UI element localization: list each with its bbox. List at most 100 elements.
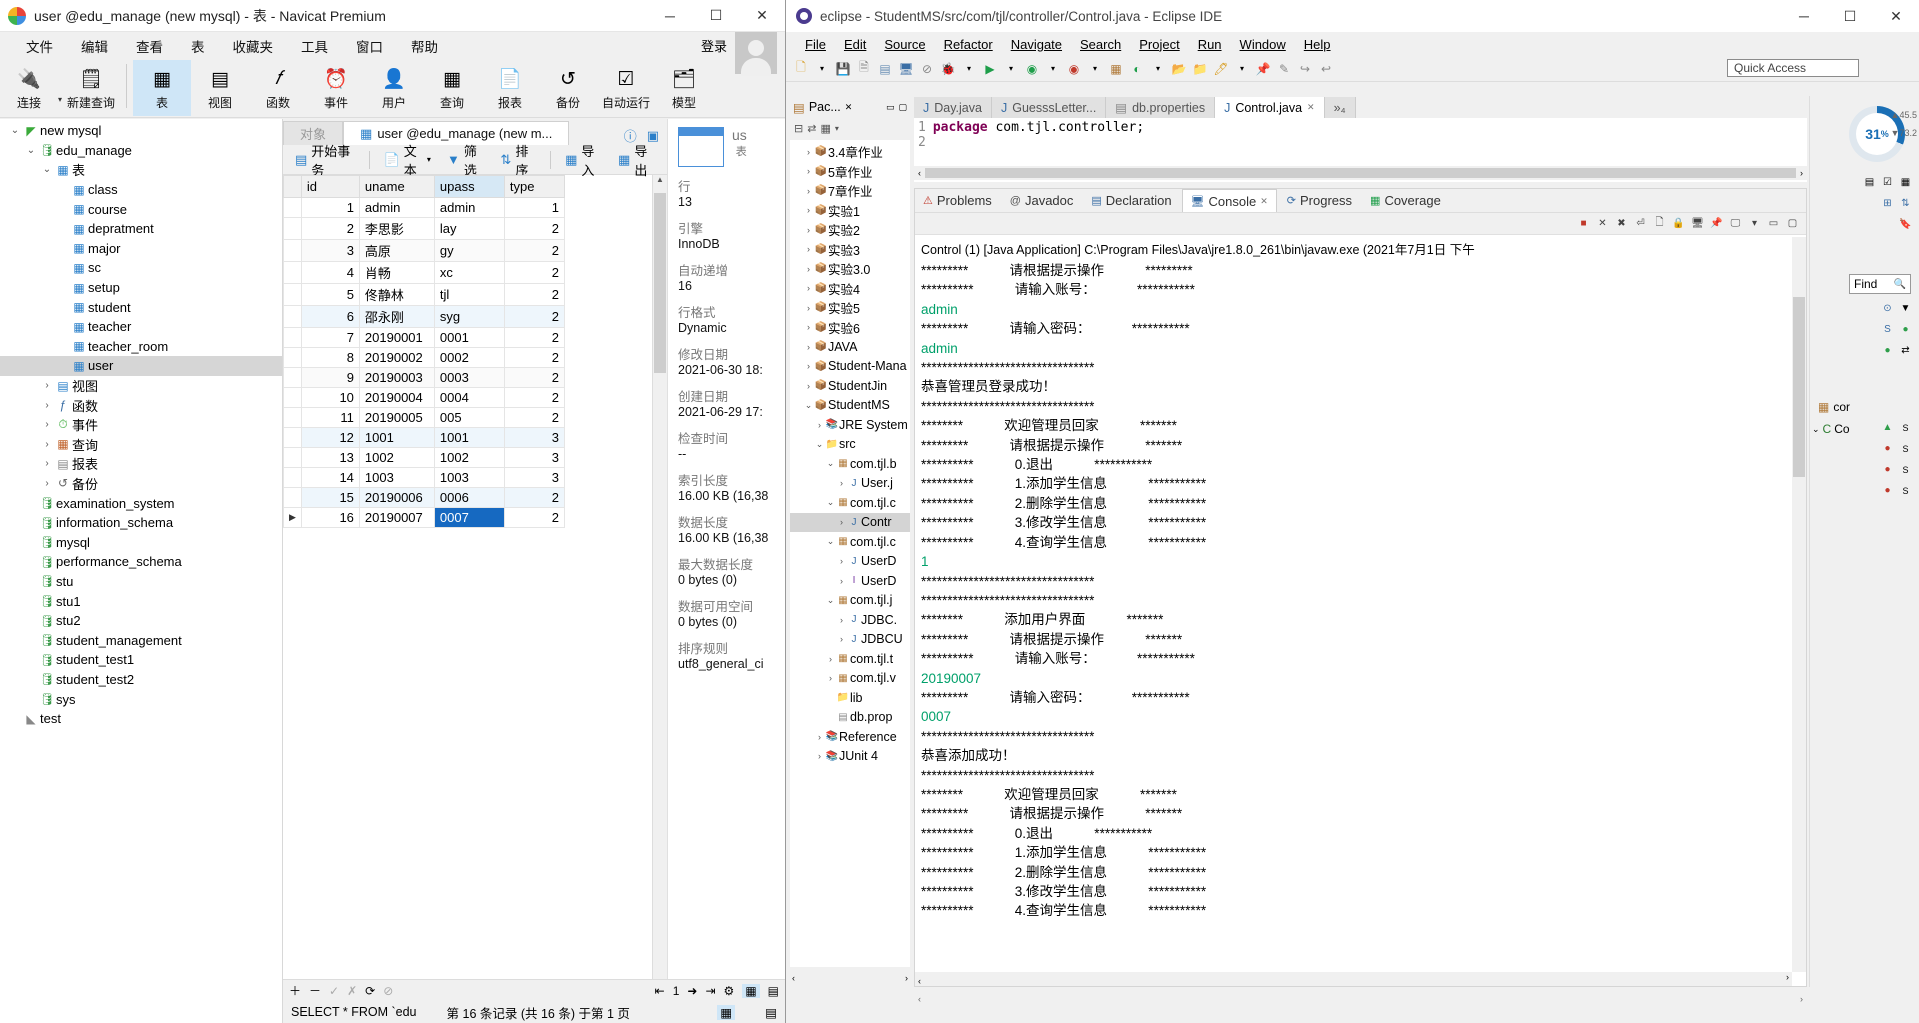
navicat-object-tree[interactable]: ⌄ ◤ new mysql ⌄ 🛢 edu_manage ⌄ ▦ 表 ▦ class ▦ course ▦… [0, 119, 283, 1023]
cell-upass[interactable]: 0006 [433, 487, 505, 508]
form-view-icon[interactable]: ▤ [768, 984, 779, 998]
chevron-down-icon[interactable]: ⌄ [803, 400, 814, 411]
menu-file[interactable]: 文件 [12, 36, 67, 56]
package-explorer-hscrollbar[interactable]: ‹ › [790, 969, 910, 987]
cell-id[interactable]: 13 [300, 447, 360, 468]
chevron-right-icon[interactable]: › [803, 166, 814, 176]
toolbar-model[interactable]: 🗂 模型 [655, 60, 713, 116]
cell-uname[interactable]: admin [358, 197, 435, 218]
view-menu-icon[interactable]: ▦ [820, 122, 830, 135]
editor-tab-day[interactable]: J Day.java [914, 97, 992, 118]
chevron-right-icon[interactable]: › [40, 419, 54, 430]
cell-id[interactable]: 1 [300, 197, 360, 218]
chevron-right-icon[interactable]: › [40, 478, 54, 489]
toolbar-user[interactable]: 👤 用户 [365, 60, 423, 116]
package-explorer-tree[interactable]: › 📦 3.4章作业 › 📦 5章作业 › 📦 7章作业 › 📦 实验1 › 📦 实验2 › 📦 实验3 › 📦 实验3… [790, 140, 910, 967]
scroll-left-icon[interactable]: ‹ [792, 973, 795, 983]
row-marker[interactable] [283, 327, 302, 348]
save-icon[interactable]: 💾 [834, 60, 852, 78]
tree-item-student_management[interactable]: 🛢 student_management [0, 630, 282, 650]
clear-console-icon[interactable]: 🗋 [1652, 216, 1667, 231]
toolbar-query[interactable]: ▦ 查询 [423, 60, 481, 116]
cell-upass[interactable]: 1003 [433, 467, 505, 488]
cell-upass[interactable]: 0002 [433, 347, 505, 368]
row-marker[interactable] [283, 261, 302, 284]
toolbar-view[interactable]: ▤ 视图 [191, 60, 249, 116]
add-record-icon[interactable]: ＋ [289, 982, 301, 999]
chevron-right-icon[interactable]: › [803, 342, 814, 352]
tree-item-course[interactable]: ▦ course [0, 199, 282, 219]
chevron-right-icon[interactable]: › [836, 478, 847, 488]
tree-item-[interactable]: ⌄ ▦ 表 [0, 160, 282, 180]
hide-local-icon[interactable]: ● [1880, 343, 1895, 358]
cell-upass[interactable]: gy [433, 239, 505, 262]
cell-type[interactable]: 3 [503, 447, 565, 468]
tree-item-setup[interactable]: ▦ setup [0, 278, 282, 298]
chevron-down-icon[interactable]: ⌄ [40, 164, 54, 175]
pkg-tree-item[interactable]: › 📦 实验3.0 [790, 259, 910, 279]
cell-id[interactable]: 7 [300, 327, 360, 348]
tree-item-[interactable]: › ↺ 备份 [0, 474, 282, 494]
hide-nonpublic-icon[interactable]: ● [1898, 322, 1913, 337]
chevron-right-icon[interactable]: › [40, 380, 54, 391]
toolbar-new-query[interactable]: 🗒 新建查询 [62, 60, 120, 116]
tree-item-student_test2[interactable]: 🛢 student_test2 [0, 670, 282, 690]
row-marker[interactable]: ▶ [283, 507, 302, 528]
table-row[interactable]: 1 admin admin 1 [283, 197, 565, 218]
pkg-tree-item[interactable]: › 📚 JRE System [790, 415, 910, 435]
member-label-1[interactable]: S [1898, 420, 1913, 435]
tree-item-[interactable]: › ⏱ 事件 [0, 415, 282, 435]
cell-uname[interactable]: 高原 [358, 239, 435, 262]
navicat-minimize-button[interactable]: ─ [647, 0, 693, 32]
menu-help[interactable]: Help [1295, 37, 1340, 52]
chevron-right-icon[interactable]: › [836, 634, 847, 644]
cell-id[interactable]: 10 [300, 387, 360, 408]
chevron-down-icon-3[interactable]: ▾ [1002, 60, 1020, 78]
pkg-tree-item[interactable]: › J Contr [790, 512, 910, 532]
chevron-right-icon[interactable]: › [836, 556, 847, 566]
tree-item-mysql[interactable]: 🛢 mysql [0, 532, 282, 552]
chevron-right-icon[interactable]: › [814, 732, 825, 742]
remove-launch-icon[interactable]: ✕ [1595, 216, 1610, 231]
cell-uname[interactable]: 20190006 [358, 487, 435, 508]
column-header-uname[interactable]: uname [358, 175, 435, 198]
menu-view[interactable]: 查看 [122, 36, 177, 56]
row-marker[interactable] [283, 305, 302, 328]
open-console-menu-icon[interactable]: ▾ [1747, 216, 1762, 231]
find-button[interactable]: Find 🔍 [1849, 274, 1911, 294]
table-row[interactable]: 7 20190001 0001 2 [283, 327, 565, 348]
cell-id[interactable]: 6 [300, 305, 360, 328]
cell-id[interactable]: 12 [300, 427, 360, 448]
pkg-tree-item[interactable]: › 📦 StudentJin [790, 376, 910, 396]
tree-item-stu2[interactable]: 🛢 stu2 [0, 611, 282, 631]
menu-source[interactable]: Source [875, 37, 934, 52]
eclipse-close-button[interactable]: ✕ [1873, 0, 1919, 32]
outline-item-class[interactable]: ⌄ C Co [1812, 422, 1850, 436]
chevron-right-icon[interactable]: › [836, 517, 847, 527]
pkg-tree-item[interactable]: › 📚 Reference [790, 727, 910, 747]
tree-item-major[interactable]: ▦ major [0, 239, 282, 259]
cell-type[interactable]: 2 [503, 347, 565, 368]
first-page-icon[interactable]: ⇤ [655, 984, 665, 998]
cell-type[interactable]: 2 [503, 239, 565, 262]
pkg-tree-item[interactable]: › J UserD [790, 552, 910, 572]
column-header-id[interactable]: id [300, 175, 360, 198]
cancel-change-icon[interactable]: ✗ [347, 984, 357, 998]
pkg-tree-item[interactable]: › 📦 3.4章作业 [790, 142, 910, 162]
tree-item-depratment[interactable]: ▦ depratment [0, 219, 282, 239]
cell-id[interactable]: 16 [300, 507, 360, 528]
annotation-icon[interactable]: ✎ [1275, 60, 1293, 78]
pkg-tree-item[interactable]: ⌄ ▦ com.tjl.j [790, 591, 910, 611]
outline-view-icon[interactable]: ▤ [1862, 175, 1877, 190]
table-row[interactable]: 12 1001 1001 3 [283, 427, 565, 448]
cell-upass[interactable]: xc [433, 261, 505, 284]
menu-table[interactable]: 表 [177, 36, 219, 56]
chevron-right-icon[interactable]: › [825, 673, 836, 683]
refresh-icon[interactable]: ⟳ [365, 984, 375, 998]
pkg-tree-item[interactable]: ⌄ ▦ com.tjl.c [790, 532, 910, 552]
cell-uname[interactable]: 邵永刚 [358, 305, 435, 328]
chevron-right-icon[interactable]: › [40, 439, 54, 450]
column-header-type[interactable]: type [503, 175, 565, 198]
pkg-tree-item[interactable]: ▤ db.prop [790, 708, 910, 728]
chevron-right-icon[interactable]: › [803, 283, 814, 293]
